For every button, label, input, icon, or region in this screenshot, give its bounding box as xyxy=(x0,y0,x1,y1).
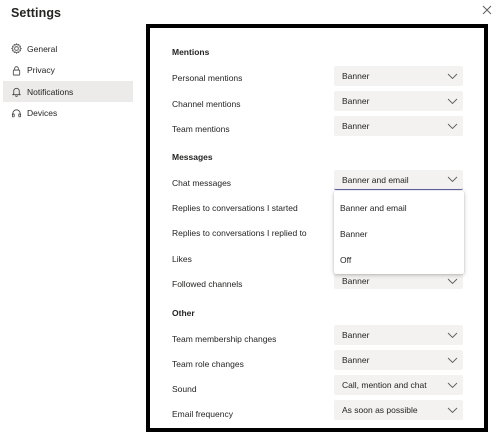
team-membership-changes-label: Team membership changes xyxy=(172,334,277,344)
team-mentions-dropdown[interactable]: Banner xyxy=(334,116,463,136)
chevron-down-icon xyxy=(446,122,458,130)
dropdown-value: As soon as possible xyxy=(342,405,418,415)
sound-dropdown[interactable]: Call, mention and chat xyxy=(334,375,463,395)
sound-label: Sound xyxy=(172,384,197,394)
section-messages-heading: Messages xyxy=(172,152,213,162)
chat-messages-dropdown[interactable]: Banner and email xyxy=(334,170,463,190)
lock-icon xyxy=(10,64,22,76)
dropdown-value: Banner and email xyxy=(342,174,409,185)
chevron-down-icon xyxy=(446,356,458,364)
dropdown-value: Banner xyxy=(342,330,370,340)
likes-label: Likes xyxy=(172,254,192,264)
sidebar-item-privacy[interactable]: Privacy xyxy=(3,60,133,81)
menu-option-banner-and-email[interactable]: Banner and email xyxy=(334,195,464,221)
team-role-changes-dropdown[interactable]: Banner xyxy=(334,350,463,370)
sidebar-item-label: Privacy xyxy=(27,65,55,75)
chevron-down-icon xyxy=(446,331,458,339)
channel-mentions-label: Channel mentions xyxy=(172,99,241,109)
chevron-down-icon xyxy=(446,277,458,285)
dropdown-value: Banner xyxy=(342,276,370,286)
replies-replied-label: Replies to conversations I replied to xyxy=(172,228,307,238)
gear-icon xyxy=(10,43,22,55)
replies-started-label: Replies to conversations I started xyxy=(172,203,298,213)
dropdown-value: Banner xyxy=(342,96,370,106)
chevron-down-icon xyxy=(446,72,458,80)
personal-mentions-label: Personal mentions xyxy=(172,73,243,83)
dropdown-value: Banner xyxy=(342,71,370,81)
settings-title: Settings xyxy=(11,6,62,20)
menu-option-banner[interactable]: Banner xyxy=(334,221,464,247)
dropdown-value: Call, mention and chat xyxy=(342,380,427,390)
channel-mentions-dropdown[interactable]: Banner xyxy=(334,91,463,111)
section-mentions-heading: Mentions xyxy=(172,47,210,57)
sidebar-item-devices[interactable]: Devices xyxy=(3,103,133,124)
dropdown-value: Banner xyxy=(342,355,370,365)
email-frequency-dropdown[interactable]: As soon as possible xyxy=(334,400,463,420)
sidebar-item-notifications[interactable]: Notifications xyxy=(3,81,133,102)
dropdown-value: Banner xyxy=(342,121,370,131)
close-icon xyxy=(482,5,492,15)
notifications-panel: Mentions Personal mentions Banner Channe… xyxy=(146,24,488,432)
chat-messages-label: Chat messages xyxy=(172,178,232,188)
section-other-heading: Other xyxy=(172,308,195,318)
personal-mentions-dropdown[interactable]: Banner xyxy=(334,66,463,86)
sidebar-item-general[interactable]: General xyxy=(3,38,133,59)
settings-sidebar: General Privacy Notifications Devices xyxy=(0,38,134,124)
chat-messages-menu: Banner and email Banner Off xyxy=(334,191,464,274)
email-frequency-label: Email frequency xyxy=(172,409,233,419)
followed-channels-label: Followed channels xyxy=(172,279,243,289)
sidebar-item-label: Devices xyxy=(27,108,58,118)
team-role-changes-label: Team role changes xyxy=(172,359,244,369)
chevron-down-icon xyxy=(446,176,458,184)
chevron-down-icon xyxy=(446,406,458,414)
team-mentions-label: Team mentions xyxy=(172,124,230,134)
sidebar-item-label: Notifications xyxy=(27,86,74,97)
team-membership-changes-dropdown[interactable]: Banner xyxy=(334,325,463,345)
sidebar-item-label: General xyxy=(27,43,58,54)
menu-option-off[interactable]: Off xyxy=(334,247,464,273)
chevron-down-icon xyxy=(446,381,458,389)
close-button[interactable] xyxy=(481,4,493,16)
chevron-down-icon xyxy=(446,97,458,105)
bell-icon xyxy=(10,86,22,98)
headset-icon xyxy=(10,107,22,119)
